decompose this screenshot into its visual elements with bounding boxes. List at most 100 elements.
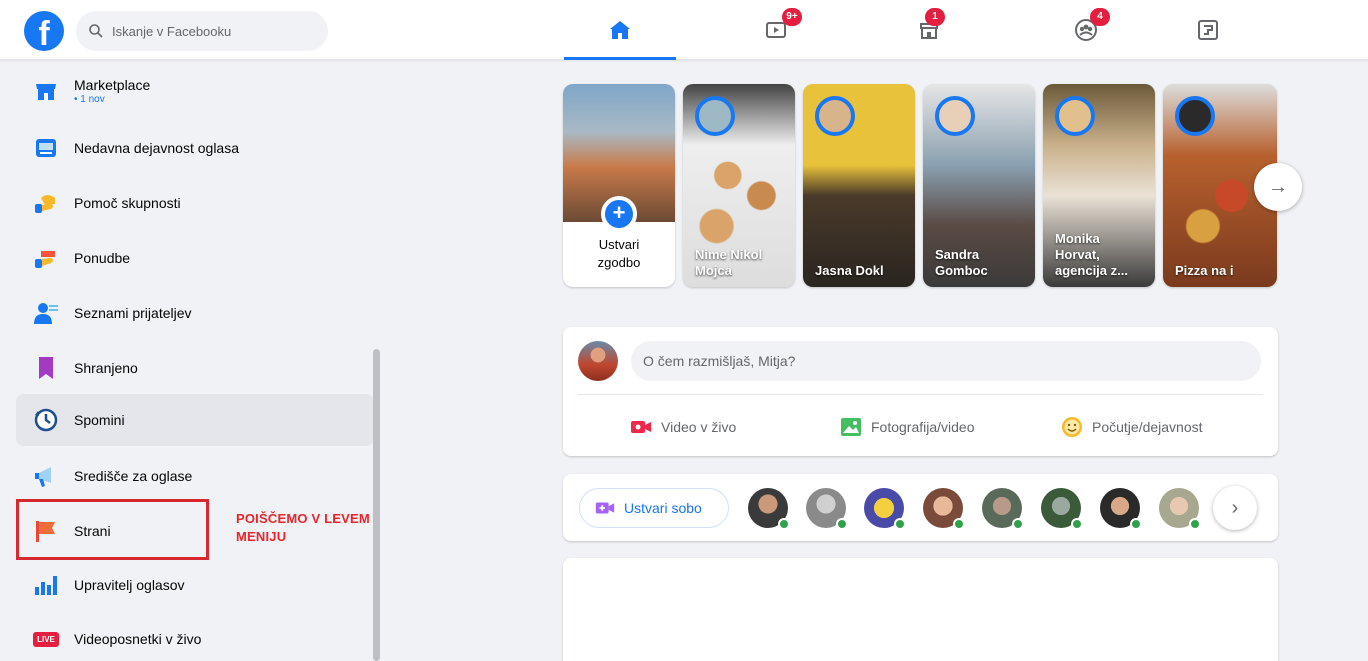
online-status-dot	[778, 518, 790, 530]
gaming-icon	[1198, 20, 1218, 40]
tab-home[interactable]	[564, 0, 676, 60]
feeling-activity-label: Počutje/dejavnost	[1092, 419, 1203, 435]
online-status-dot	[1189, 518, 1201, 530]
create-story-card[interactable]: + Ustvari zgodbo	[563, 84, 675, 287]
sidebar-item-ad-center[interactable]: Središče za oglase	[16, 450, 374, 502]
live-icon-label: LIVE	[33, 631, 59, 647]
top-navigation-bar: f Iskanje v Facebooku 9+ 1 4	[0, 0, 1368, 60]
contact-avatar[interactable]	[806, 488, 848, 530]
friend-lists-icon	[32, 299, 60, 327]
story-avatar	[695, 96, 735, 136]
photo-video-icon	[841, 418, 861, 436]
annotation-line-1: POIŠČEMO V LEVEM	[236, 511, 370, 526]
story-author-line-1: Jasna Dokl	[815, 263, 884, 278]
groups-badge: 4	[1090, 8, 1110, 26]
online-status-dot	[1130, 518, 1142, 530]
sidebar-item-offers[interactable]: Ponudbe	[16, 232, 374, 284]
sidebar-item-ads-manager[interactable]: Upravitelj oglasov	[16, 559, 374, 611]
create-room-label: Ustvari sobo	[624, 500, 702, 516]
sidebar-item-label: Upravitelj oglasov	[74, 577, 185, 593]
sidebar-item-live-videos[interactable]: LIVE Videoposnetki v živo	[16, 613, 374, 661]
live-video-button[interactable]: Video v živo	[629, 407, 736, 447]
story-author-line-2: Horvat,	[1055, 247, 1100, 262]
live-icon: LIVE	[32, 625, 60, 653]
live-video-label: Video v živo	[661, 419, 737, 435]
sidebar-item-label: Seznami prijateljev	[74, 305, 192, 321]
sidebar-item-label: Pomoč skupnosti	[74, 195, 181, 211]
sidebar-item-recent-ad-activity[interactable]: Nedavna dejavnost oglasa	[16, 122, 374, 174]
sidebar-item-label: Ponudbe	[74, 250, 131, 266]
story-avatar	[1055, 96, 1095, 136]
rooms-next-chevron-icon[interactable]: ›	[1213, 486, 1257, 530]
online-status-dot	[836, 518, 848, 530]
facebook-logo-icon[interactable]: f	[24, 11, 64, 51]
create-room-video-icon	[595, 502, 615, 514]
story-author-line-1: Sandra	[935, 247, 980, 262]
story-author: Jasna Dokl	[815, 263, 907, 279]
feeling-activity-button[interactable]: Počutje/dejavnost	[1060, 407, 1203, 447]
contact-avatar[interactable]	[1100, 488, 1142, 530]
tab-groups[interactable]: 4	[1030, 0, 1142, 60]
story-author: Nime Nikol Mojca	[695, 247, 787, 279]
sidebar-item-friend-lists[interactable]: Seznami prijateljev	[16, 287, 374, 339]
stories-next-arrow-icon[interactable]: →	[1254, 163, 1302, 211]
user-avatar[interactable]	[578, 341, 618, 381]
tab-gaming[interactable]	[1152, 0, 1264, 60]
sidebar-item-community-help[interactable]: Pomoč skupnosti	[16, 177, 374, 229]
sidebar-item-label: Spomini	[74, 412, 125, 428]
community-help-icon	[32, 189, 60, 217]
add-story-plus-icon[interactable]: +	[601, 196, 637, 232]
tab-watch[interactable]: 9+	[720, 0, 832, 60]
search-input[interactable]: Iskanje v Facebooku	[76, 11, 328, 51]
contact-avatar[interactable]	[864, 488, 906, 530]
sidebar-item-label: Nedavna dejavnost oglasa	[74, 140, 240, 156]
story-card[interactable]: Nime Nikol Mojca	[683, 84, 795, 287]
sidebar-scrollbar[interactable]	[373, 349, 380, 661]
online-status-dot	[1071, 518, 1083, 530]
post-composer: O čem razmišljaš, Mitja? Video v živo Fo…	[563, 327, 1278, 456]
online-status-dot	[1012, 518, 1024, 530]
smiley-icon	[1062, 417, 1082, 437]
story-author-line-3: agencija z...	[1055, 263, 1128, 278]
annotation-highlight-box	[16, 499, 209, 560]
story-author-line-1: Monika	[1055, 231, 1100, 246]
story-author: Pizza na i	[1175, 263, 1269, 279]
contact-avatar[interactable]	[1041, 488, 1083, 530]
annotation-line-2: MENIJU	[236, 529, 287, 544]
story-card[interactable]: Jasna Dokl	[803, 84, 915, 287]
story-avatar	[935, 96, 975, 136]
whats-on-your-mind-input[interactable]: O čem razmišljaš, Mitja?	[631, 341, 1261, 381]
ads-manager-chart-icon	[32, 571, 60, 599]
marketplace-badge: 1	[925, 8, 945, 26]
contact-avatar[interactable]	[748, 488, 790, 530]
left-sidebar-menu: Marketplace • 1 nov Nedavna dejavnost ogl…	[0, 61, 378, 661]
create-story-label-line-1: Ustvari	[598, 237, 640, 252]
sidebar-item-saved[interactable]: Shranjeno	[16, 342, 374, 394]
sidebar-item-label: Shranjeno	[74, 360, 138, 376]
story-card[interactable]: Sandra Gomboc	[923, 84, 1035, 287]
contact-avatar[interactable]	[1159, 488, 1201, 530]
contact-avatar[interactable]	[923, 488, 965, 530]
create-story-label: Ustvari zgodbo	[563, 236, 675, 272]
megaphone-icon	[32, 462, 60, 490]
sidebar-item-label: Marketplace	[74, 77, 151, 93]
story-avatar	[815, 96, 855, 136]
sidebar-item-marketplace[interactable]: Marketplace • 1 nov	[16, 65, 374, 117]
story-card[interactable]: Monika Horvat, agencija z...	[1043, 84, 1155, 287]
composer-divider	[578, 394, 1263, 395]
sidebar-item-memories[interactable]: Spomini	[16, 394, 374, 446]
story-author: Monika Horvat, agencija z...	[1055, 231, 1147, 279]
story-author-line-2: Gomboc	[935, 263, 988, 278]
tab-marketplace[interactable]: 1	[873, 0, 985, 60]
online-status-dot	[953, 518, 965, 530]
sidebar-item-label: Središče za oglase	[74, 468, 193, 484]
photo-video-button[interactable]: Fotografija/video	[839, 407, 975, 447]
feed-post-card	[563, 558, 1278, 661]
search-placeholder: Iskanje v Facebooku	[112, 23, 232, 39]
memories-clock-icon	[32, 406, 60, 434]
create-room-button[interactable]: Ustvari sobo	[579, 488, 729, 528]
photo-video-label: Fotografija/video	[871, 419, 975, 435]
story-avatar	[1175, 96, 1215, 136]
contact-avatar[interactable]	[982, 488, 1024, 530]
offers-icon	[32, 244, 60, 272]
